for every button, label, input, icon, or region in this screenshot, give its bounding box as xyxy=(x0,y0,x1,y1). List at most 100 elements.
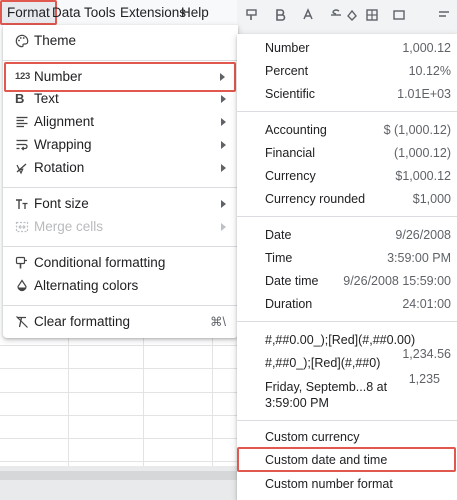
format-menu: Theme 123 Number B Text Alignment Wrappi… xyxy=(3,25,238,338)
bold-icon[interactable] xyxy=(273,8,287,25)
clear-format-icon xyxy=(15,315,29,329)
grid-line xyxy=(0,392,240,393)
format-name: Date time xyxy=(265,274,319,288)
grid-line xyxy=(212,336,213,466)
grid-line xyxy=(0,438,240,439)
menu-item-rotation[interactable]: Rotation xyxy=(3,153,238,183)
horizontal-scrollbar-thumb[interactable] xyxy=(0,471,240,480)
menu-separator xyxy=(3,187,238,188)
format-example: 1.01E+03 xyxy=(397,87,451,101)
palette-icon xyxy=(15,34,29,48)
conditional-format-icon xyxy=(15,256,29,270)
menu-help[interactable]: Help xyxy=(176,0,214,25)
currency-rounded-format-row[interactable]: Currency rounded $1,000 xyxy=(237,192,457,210)
grid-line xyxy=(0,415,240,416)
custom-currency-item[interactable]: Custom currency xyxy=(237,430,457,448)
custom-number-format-label: Custom number format xyxy=(265,477,393,491)
format-example: 10.12% xyxy=(408,64,451,78)
format-name: Percent xyxy=(265,64,309,78)
strikethrough-icon[interactable] xyxy=(329,8,343,25)
scientific-format-row[interactable]: Scientific 1.01E+03 xyxy=(237,87,457,105)
format-example: 3:59:00 PM xyxy=(387,251,451,265)
menu-separator xyxy=(3,60,238,61)
format-example: 9/26/2008 xyxy=(395,228,451,242)
format-name: #,##0.00_);[Red](#,##0.00) xyxy=(265,333,416,347)
percent-format-row[interactable]: Percent 10.12% xyxy=(237,64,457,82)
number-format-icon: 123 xyxy=(15,71,30,82)
duration-format-row[interactable]: Duration 24:01:00 xyxy=(237,297,457,315)
font-size-icon xyxy=(15,197,29,211)
custom-currency-label: Custom currency xyxy=(265,430,360,444)
submenu-arrow-icon xyxy=(221,223,226,231)
menu-separator xyxy=(3,246,238,247)
format-example: (1,000.12) xyxy=(394,146,451,160)
clear-formatting-shortcut: ⌘\ xyxy=(210,315,226,329)
theme-label: Theme xyxy=(34,33,77,48)
format-example: $1,000 xyxy=(412,192,451,206)
fill-color-icon[interactable] xyxy=(345,8,359,25)
toolbar xyxy=(237,0,457,34)
format-example: 24:01:00 xyxy=(402,297,451,311)
menu-separator xyxy=(3,305,238,306)
merge-cells-icon xyxy=(15,220,29,234)
submenu-arrow-icon xyxy=(220,73,225,81)
date-time-format-row[interactable]: Date time 9/26/2008 15:59:00 xyxy=(237,274,457,292)
format-name: Scientific xyxy=(265,87,316,101)
grid-line xyxy=(0,461,240,462)
submenu-arrow-icon xyxy=(221,95,226,103)
format-example: 1,000.12 xyxy=(402,41,451,55)
menu-item-alternating-colors[interactable]: Alternating colors xyxy=(3,271,238,301)
menu-item-merge-cells[interactable]: Merge cells xyxy=(3,212,238,242)
menu-item-theme[interactable]: Theme xyxy=(3,26,238,56)
color-drop-icon xyxy=(15,279,29,293)
format-name: Friday, Septemb...8 at xyxy=(265,380,388,394)
format-name: Duration xyxy=(265,297,313,311)
custom-date-time-item[interactable]: Custom date and time xyxy=(237,447,456,472)
rotation-label: Rotation xyxy=(34,160,85,175)
time-format-row[interactable]: Time 3:59:00 PM xyxy=(237,251,457,269)
custom-number-format-item[interactable]: Custom number format xyxy=(237,477,457,495)
accounting-format-row[interactable]: Accounting $ (1,000.12) xyxy=(237,123,457,141)
submenu-arrow-icon xyxy=(221,141,226,149)
merge-cells-label: Merge cells xyxy=(34,219,104,234)
custom-format-row-3-line2: 3:59:00 PM xyxy=(237,396,457,414)
format-name: Accounting xyxy=(265,123,327,137)
submenu-arrow-icon xyxy=(221,200,226,208)
menu-separator xyxy=(237,216,457,217)
submenu-arrow-icon xyxy=(221,164,226,172)
currency-format-row[interactable]: Currency $1,000.12 xyxy=(237,169,457,187)
wrap-text-icon xyxy=(15,138,29,152)
format-paint-icon[interactable] xyxy=(245,8,259,25)
format-name: 3:59:00 PM xyxy=(265,396,329,410)
grid-line xyxy=(0,368,240,369)
clear-formatting-label: Clear formatting xyxy=(34,314,131,329)
grid-line xyxy=(143,336,144,466)
menu-separator xyxy=(237,111,457,112)
submenu-arrow-icon xyxy=(221,118,226,126)
format-example: $1,000.12 xyxy=(395,169,451,183)
grid-line xyxy=(0,345,240,346)
merge-icon[interactable] xyxy=(392,8,406,25)
format-name: Financial xyxy=(265,146,316,160)
text-rotation-icon xyxy=(15,161,29,175)
align-left-icon xyxy=(15,115,29,129)
format-name: Number xyxy=(265,41,310,55)
format-name: #,##0_);[Red](#,##0) xyxy=(265,356,381,370)
alternating-colors-label: Alternating colors xyxy=(34,278,139,293)
menu-separator xyxy=(237,321,457,322)
menu-item-clear-formatting[interactable]: Clear formatting ⌘\ xyxy=(3,307,238,337)
format-example: 9/26/2008 15:59:00 xyxy=(343,274,451,288)
number-format-row[interactable]: Number 1,000.12 xyxy=(237,41,457,59)
format-name: Currency rounded xyxy=(265,192,366,206)
format-example: $ (1,000.12) xyxy=(383,123,451,137)
number-submenu: Number 1,000.12 Percent 10.12% Scientifi… xyxy=(237,34,457,500)
align-icon[interactable] xyxy=(437,8,451,25)
borders-icon[interactable] xyxy=(365,8,379,25)
date-format-row[interactable]: Date 9/26/2008 xyxy=(237,228,457,246)
menu-separator xyxy=(237,420,457,421)
text-color-icon[interactable] xyxy=(301,8,315,25)
format-name: Time xyxy=(265,251,293,265)
bold-text-icon: B xyxy=(15,91,25,106)
financial-format-row[interactable]: Financial (1,000.12) xyxy=(237,146,457,164)
custom-date-time-label: Custom date and time xyxy=(265,453,388,467)
